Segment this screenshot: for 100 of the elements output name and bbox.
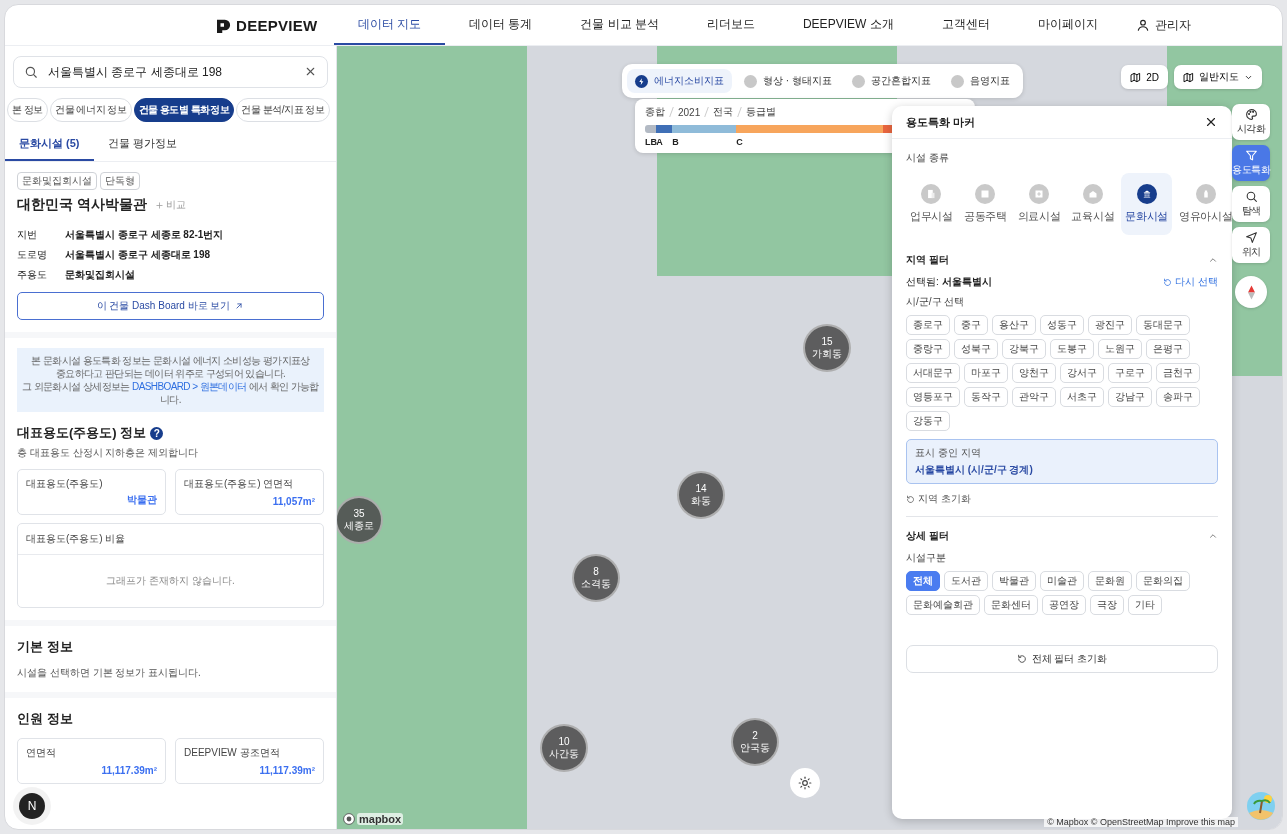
breadcrumb-item[interactable]: 등급별 [746, 105, 777, 119]
palette-icon [1244, 108, 1258, 121]
field-label: 주용도 [17, 268, 48, 282]
logo-icon [217, 17, 231, 33]
info-tab[interactable]: 건물 에너지 정보 [50, 98, 132, 122]
breadcrumb-item[interactable]: 전국 [713, 105, 734, 119]
district-chip[interactable]: 서대문구 [906, 363, 960, 383]
stat-value: 박물관 [127, 493, 157, 507]
district-chip[interactable]: 마포구 [964, 363, 1008, 383]
avatar[interactable]: N [19, 793, 45, 819]
stat-label: DEEPVIEW 공조면적 [184, 746, 281, 760]
map-tool-button[interactable]: 용도특화 [1232, 145, 1270, 181]
category-chip[interactable]: 전체 [906, 571, 940, 591]
category-chip[interactable]: 문화원 [1088, 571, 1132, 591]
district-chip[interactable]: 은평구 [1146, 339, 1190, 359]
map-tool-button[interactable]: 탐색 [1232, 186, 1270, 222]
nav-tab[interactable]: 건물 비교 분석 [556, 5, 683, 45]
district-chip[interactable]: 관악구 [1012, 387, 1056, 407]
map-icon [1130, 71, 1142, 83]
view-mode-button[interactable]: 2D [1121, 65, 1168, 89]
mapbox-logo-icon [343, 813, 355, 825]
reselect-link[interactable]: 다시 선택 [1163, 275, 1218, 289]
nav-tab[interactable]: DEEPVIEW 소개 [778, 5, 918, 45]
district-chip[interactable]: 강북구 [1002, 339, 1046, 359]
user-name[interactable]: 관리자 [1154, 16, 1191, 34]
category-chip[interactable]: 문화의집 [1136, 571, 1190, 591]
district-chip[interactable]: 강남구 [1108, 387, 1152, 407]
info-tab[interactable]: 건물 용도별 특화정보 [133, 98, 235, 122]
category-chip[interactable]: 도서관 [944, 571, 988, 591]
field-label: 시/군/구 선택 [906, 295, 966, 309]
current-region-label: 표시 중인 지역 [915, 446, 982, 460]
map-tool-button[interactable]: 위치 [1232, 227, 1270, 263]
layer-tab[interactable]: 공간혼합지표 [843, 69, 939, 93]
logo-text[interactable]: DEEPVIEW [236, 16, 318, 34]
dashboard-link[interactable]: DASHBOARD > 원본데이터 [132, 381, 247, 392]
category-chip[interactable]: 공연장 [1042, 595, 1086, 615]
category-chip[interactable]: 문화센터 [984, 595, 1038, 615]
district-chip[interactable]: 동작구 [964, 387, 1008, 407]
grade-label: B [672, 137, 680, 147]
district-chip[interactable]: 중랑구 [906, 339, 950, 359]
district-chip[interactable]: 강서구 [1060, 363, 1104, 383]
sub-tab[interactable]: 문화시설 (5) [5, 128, 94, 161]
close-button[interactable] [1204, 115, 1218, 129]
layer-tab[interactable]: 형상 · 형태지표 [736, 69, 840, 93]
help-icon[interactable]: ? [150, 426, 164, 440]
category-chip[interactable]: 박물관 [992, 571, 1036, 591]
refresh-icon [1163, 277, 1173, 287]
district-chip[interactable]: 구로구 [1108, 363, 1152, 383]
district-chip[interactable]: 중구 [954, 315, 988, 335]
category-chip[interactable]: 극장 [1090, 595, 1124, 615]
reset-all-button[interactable]: 전체 필터 초기화 [906, 645, 1218, 673]
nav-tab[interactable]: 고객센터 [917, 5, 1014, 45]
info-tab[interactable]: 본 정보 [7, 98, 48, 122]
facility-type-button[interactable]: 교육시설 [1067, 173, 1119, 235]
district-chip[interactable]: 금천구 [1156, 363, 1200, 383]
district-chip[interactable]: 영등포구 [906, 387, 960, 407]
nav-tab[interactable]: 리더보드 [682, 5, 779, 45]
breadcrumb-item[interactable]: 종합 [645, 105, 665, 119]
grade-label: LB [645, 137, 657, 147]
nav-tab[interactable]: 데이터 통계 [444, 5, 557, 45]
category-tag: 단독형 [100, 172, 140, 190]
district-chip[interactable]: 노원구 [1098, 339, 1142, 359]
district-chip[interactable]: 종로구 [906, 315, 950, 335]
collapse-button[interactable] [1208, 531, 1218, 541]
district-chip[interactable]: 송파구 [1156, 387, 1200, 407]
category-chip[interactable]: 문화예술회관 [906, 595, 980, 615]
district-chip[interactable]: 용산구 [992, 315, 1036, 335]
region-reset-button[interactable]: 지역 초기화 [906, 492, 971, 506]
stat-value: 11,057m² [272, 496, 315, 507]
section-label: 시설 종류 [906, 151, 950, 165]
category-chip[interactable]: 미술관 [1040, 571, 1084, 591]
facility-type-button[interactable]: 공동주택 [959, 173, 1011, 235]
search-field[interactable]: 서울특별시 종로구 세종대로 198 [13, 56, 328, 88]
dashboard-button[interactable]: 이 건물 Dash Board 바로 보기 [17, 292, 324, 320]
user-icon [1135, 18, 1150, 32]
district-chip[interactable]: 도봉구 [1050, 339, 1094, 359]
district-chip[interactable]: 성북구 [954, 339, 998, 359]
facility-type-button[interactable]: 문화시설 [1121, 173, 1173, 235]
sub-tab[interactable]: 건물 평가정보 [93, 128, 191, 161]
map-type-dropdown[interactable]: 일반지도 [1174, 65, 1262, 89]
breadcrumb-item[interactable]: 2021 [678, 106, 701, 118]
district-chip[interactable]: 동대문구 [1136, 315, 1190, 335]
district-chip[interactable]: 서초구 [1060, 387, 1104, 407]
info-tab[interactable]: 건물 분석/지표 정보 [236, 98, 330, 122]
district-chip[interactable]: 양천구 [1012, 363, 1056, 383]
map-attribution[interactable]: © Mapbox © OpenStreetMap Improve this map [1044, 817, 1238, 827]
nav-tab[interactable]: 마이페이지 [1013, 5, 1122, 45]
district-chip[interactable]: 성동구 [1040, 315, 1084, 335]
layer-tab[interactable]: 에너지소비지표 [627, 69, 732, 93]
layer-tab[interactable]: 음영지표 [942, 69, 1018, 93]
category-chip[interactable]: 기타 [1128, 595, 1162, 615]
facility-type-button[interactable]: 업무시설 [906, 173, 957, 235]
facility-type-button[interactable]: 의료시설 [1013, 173, 1065, 235]
panel-title: 용도특화 마커 [906, 114, 976, 130]
field-value: 서울특별시 종로구 세종대로 198 [65, 248, 212, 262]
district-chip[interactable]: 강동구 [906, 411, 950, 431]
beach-icon[interactable] [1246, 791, 1276, 821]
district-chip[interactable]: 광진구 [1088, 315, 1132, 335]
collapse-button[interactable] [1208, 255, 1218, 265]
map-tool-button[interactable]: 시각화 [1232, 104, 1270, 140]
